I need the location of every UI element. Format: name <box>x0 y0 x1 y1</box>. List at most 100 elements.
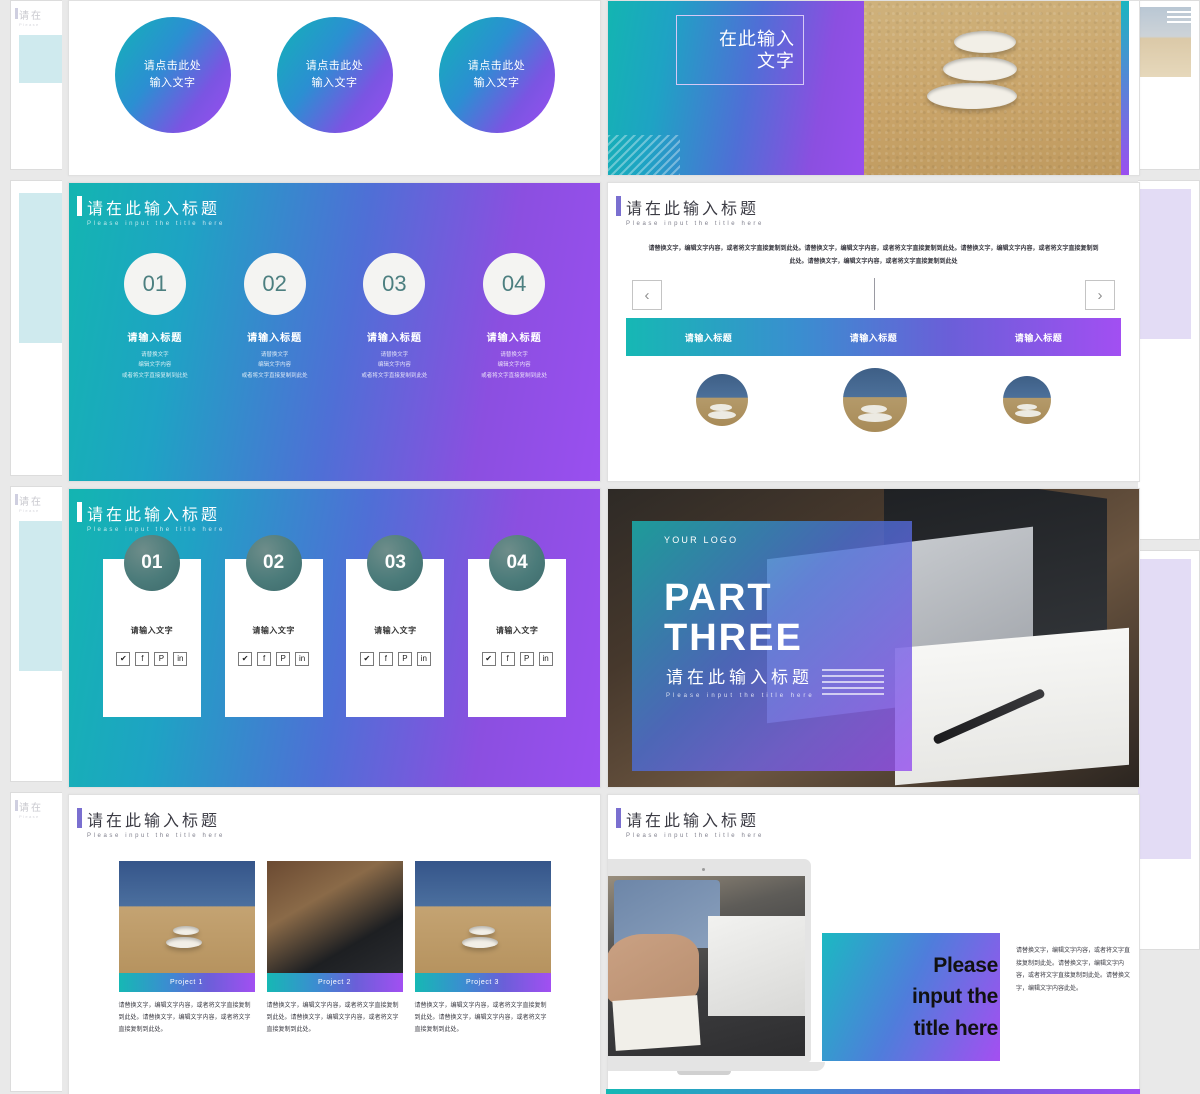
slide-team-cards[interactable]: 请在此输入标题 Please input the title here 01 请… <box>68 488 601 788</box>
team-card[interactable]: 04 请输入文字 ✔ f P in <box>468 535 567 717</box>
project-caption: Project 3 <box>414 973 551 992</box>
webcam-icon <box>702 868 705 871</box>
edge-title-cn: 请在 <box>19 11 43 22</box>
facebook-icon[interactable]: f <box>257 652 272 666</box>
tab-item[interactable]: 请输入标题 <box>626 318 791 356</box>
title-accent-bar <box>15 8 18 19</box>
step-item[interactable]: 04 请输入标题 请替换文字 编辑文字内容 或者将文字直接复制到此处 <box>454 253 574 381</box>
tab-item[interactable]: 请输入标题 <box>956 318 1121 356</box>
edge-content-block <box>19 193 62 343</box>
slide-projects[interactable]: 请在此输入标题 Please input the title here Proj… <box>68 794 601 1094</box>
laptop-screen-photo <box>608 876 805 1056</box>
laptop-base <box>608 1062 825 1071</box>
twitter-icon[interactable]: ✔ <box>481 652 496 666</box>
pinterest-icon[interactable]: P <box>154 652 169 666</box>
step-desc-1: 请替换文字 <box>141 352 169 358</box>
title-accent-bar <box>77 808 82 828</box>
edge-slide-thumbnail[interactable] <box>10 180 62 476</box>
project-text: 请替换文字，编辑文字内容，或者将文字直接复制到此处。请替换文字，编辑文字内容，或… <box>118 1003 251 1033</box>
title-block-line-2: input the <box>912 985 998 1009</box>
laptop-lid <box>608 859 811 1062</box>
project-caption: Project 2 <box>266 973 403 992</box>
linkedin-icon[interactable]: in <box>173 652 188 666</box>
slide-text-and-stones[interactable]: 在此输入 文字 <box>607 0 1140 176</box>
card-row: 01 请输入文字 ✔ f P in 02 请输入文字 ✔ f P in 03 请… <box>69 533 600 717</box>
circle-item[interactable]: 请点击此处 输入文字 <box>114 17 231 133</box>
twitter-icon[interactable]: ✔ <box>238 652 253 666</box>
step-number: 04 <box>483 253 546 315</box>
body-text: 请替换文字，编辑文字内容，或者将文字直接复制到此处。请替换文字，编辑文字内容，或… <box>1016 948 1131 992</box>
tab-bar: 请输入标题 请输入标题 请输入标题 <box>626 318 1121 357</box>
slide-carousel[interactable]: 请在此输入标题 Please input the title here 请替换文… <box>607 182 1140 482</box>
edge-title-en: Please <box>19 508 40 513</box>
step-desc-3: 或者将文字直接复制到此处 <box>361 372 428 379</box>
step-desc-1: 请替换文字 <box>500 352 528 358</box>
card-label: 请输入文字 <box>252 626 295 635</box>
edge-slide-thumbnail[interactable] <box>1138 0 1200 170</box>
title-accent-bar <box>77 196 82 216</box>
project-item[interactable]: Project 2 请替换文字，编辑文字内容，或者将文字直接复制到此处。请替换文… <box>266 861 403 1036</box>
slide-laptop-mockup[interactable]: 请在此输入标题 Please input the title here Plea… <box>607 794 1140 1094</box>
part-line-2: THREE <box>664 616 803 659</box>
circular-thumbnail[interactable] <box>1003 376 1052 425</box>
part-line-1: PART <box>664 577 773 619</box>
title-accent-bar <box>616 808 621 828</box>
carousel-nav: ‹ › <box>608 268 1139 311</box>
circular-thumbnail[interactable] <box>843 368 908 433</box>
pinterest-icon[interactable]: P <box>397 652 412 666</box>
project-item[interactable]: Project 3 请替换文字，编辑文字内容，或者将文字直接复制到此处。请替换文… <box>414 861 551 1036</box>
team-card[interactable]: 02 请输入文字 ✔ f P in <box>224 535 323 717</box>
next-arrow-icon[interactable]: › <box>1085 280 1115 311</box>
card-number: 04 <box>489 535 546 591</box>
edge-slide-thumbnail[interactable] <box>1138 180 1200 540</box>
twitter-icon[interactable]: ✔ <box>116 652 131 666</box>
card-label: 请输入文字 <box>374 626 417 635</box>
tab-item[interactable]: 请输入标题 <box>791 318 956 356</box>
pinterest-icon[interactable]: P <box>276 652 291 666</box>
slide-header: 请在此输入标题 Please input the title here <box>69 183 600 227</box>
edge-slide-title: 请在 Please <box>11 487 62 513</box>
title-accent-bar <box>15 800 18 811</box>
step-item[interactable]: 01 请输入标题 请替换文字 编辑文字内容 或者将文字直接复制到此处 <box>95 253 215 381</box>
step-title: 请输入标题 <box>127 333 183 344</box>
logo-text: YOUR LOGO <box>664 535 739 545</box>
title-gradient-block: Please input the title here <box>822 933 1000 1061</box>
prev-arrow-icon[interactable]: ‹ <box>632 280 662 311</box>
edge-slide-thumbnail[interactable]: 请在 Please <box>10 486 62 782</box>
linkedin-icon[interactable]: in <box>295 652 310 666</box>
circular-thumbnail[interactable] <box>695 374 748 427</box>
project-text: 请替换文字，编辑文字内容，或者将文字直接复制到此处。请替换文字，编辑文字内容，或… <box>414 1003 547 1033</box>
step-number: 02 <box>243 253 306 315</box>
team-card[interactable]: 03 请输入文字 ✔ f P in <box>346 535 445 717</box>
linkedin-icon[interactable]: in <box>416 652 431 666</box>
step-desc-2: 编辑文字内容 <box>138 362 172 369</box>
text-input-box[interactable]: 在此输入 文字 <box>676 15 804 85</box>
edge-slide-thumbnail[interactable]: 请在 Please <box>10 792 62 1092</box>
facebook-icon[interactable]: f <box>500 652 515 666</box>
project-item[interactable]: Project 1 请替换文字，编辑文字内容，或者将文字直接复制到此处。请替换文… <box>118 861 255 1036</box>
step-item[interactable]: 03 请输入标题 请替换文字 编辑文字内容 或者将文字直接复制到此处 <box>335 253 455 381</box>
slide-grid: 请点击此处 输入文字 请点击此处 输入文字 请点击此处 输入文字 在此输入 文字… <box>68 0 1140 1094</box>
body-paragraph: 请替换文字，编辑文字内容，或者将文字直接复制到此处。请替换文字，编辑文字内容，或… <box>648 246 1099 265</box>
slide-section-divider[interactable]: YOUR LOGO PART THREE 请在此输入标题 Please inpu… <box>607 488 1140 788</box>
edge-slide-thumbnail[interactable] <box>1138 550 1200 950</box>
step-desc-3: 或者将文字直接复制到此处 <box>121 372 188 379</box>
edge-title-en: Please <box>19 814 40 819</box>
circle-item[interactable]: 请点击此处 输入文字 <box>276 17 393 133</box>
team-card[interactable]: 01 请输入文字 ✔ f P in <box>102 535 201 717</box>
slide-three-circles[interactable]: 请点击此处 输入文字 请点击此处 输入文字 请点击此处 输入文字 <box>68 0 601 176</box>
social-icon-row: ✔ f P in <box>481 652 553 666</box>
edge-title-cn: 请在 <box>19 803 43 814</box>
slide-four-steps[interactable]: 请在此输入标题 Please input the title here 01 请… <box>68 182 601 482</box>
facebook-icon[interactable]: f <box>135 652 150 666</box>
edge-slide-thumbnail[interactable]: 请在 Please <box>10 0 62 170</box>
circle-line-1: 请点击此处 <box>467 59 526 72</box>
edge-content-block <box>19 35 62 83</box>
twitter-icon[interactable]: ✔ <box>359 652 374 666</box>
facebook-icon[interactable]: f <box>378 652 393 666</box>
linkedin-icon[interactable]: in <box>538 652 553 666</box>
circle-item[interactable]: 请点击此处 输入文字 <box>438 17 555 133</box>
pinterest-icon[interactable]: P <box>519 652 534 666</box>
social-icon-row: ✔ f P in <box>238 652 310 666</box>
step-item[interactable]: 02 请输入标题 请替换文字 编辑文字内容 或者将文字直接复制到此处 <box>215 253 335 381</box>
